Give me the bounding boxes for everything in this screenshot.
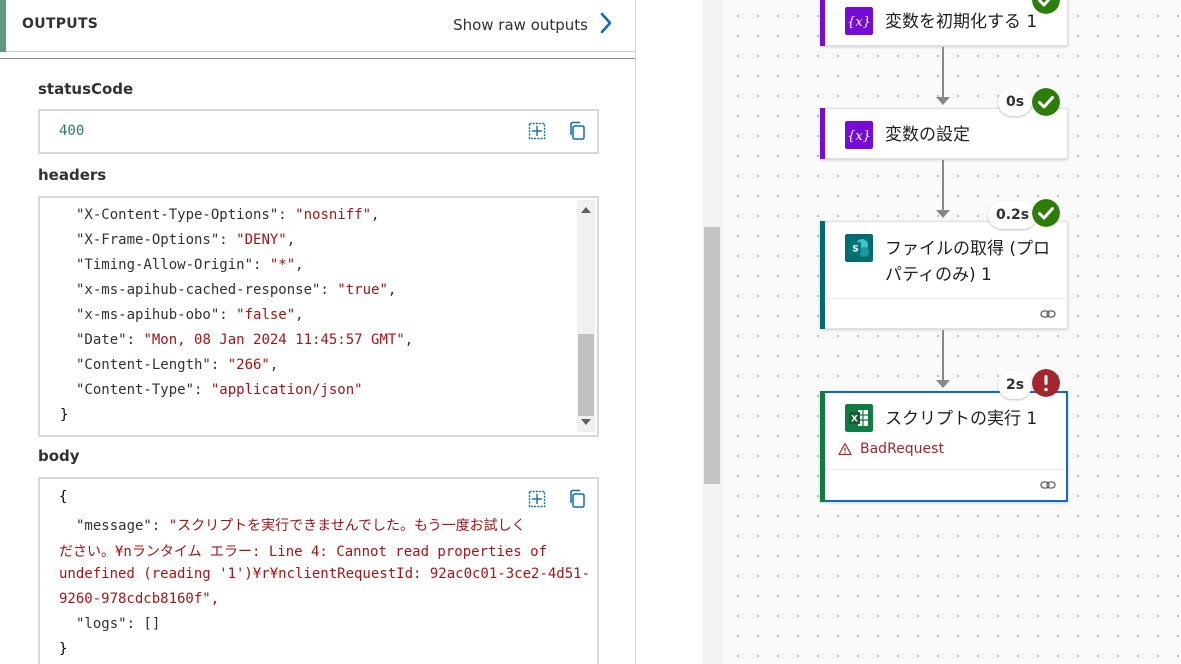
variable-icon: {x} xyxy=(845,7,873,35)
copy-icon[interactable] xyxy=(568,489,586,509)
headers-scrollbar[interactable] xyxy=(577,200,595,432)
link-icon[interactable] xyxy=(1040,308,1056,320)
error-exclamation-icon xyxy=(1032,369,1060,397)
step-accent-bar xyxy=(820,221,825,329)
header-line: "Timing-Allow-Origin": "*", xyxy=(76,257,304,273)
headers-label: headers xyxy=(38,166,107,184)
svg-text:{x}: {x} xyxy=(847,15,871,30)
flow-connector xyxy=(942,47,944,97)
header-line: "X-Content-Type-Options": "nosniff", xyxy=(76,207,380,223)
arrow-down-icon xyxy=(936,210,950,218)
svg-text:S: S xyxy=(852,245,858,255)
panel-scrollbar[interactable] xyxy=(702,0,722,664)
body-open-brace: { xyxy=(59,489,68,505)
body-logs-line: "logs": [] xyxy=(76,616,161,632)
step-accent-bar xyxy=(820,391,825,502)
step-duration-badge: 0s xyxy=(998,88,1033,116)
flow-connector xyxy=(942,330,944,380)
arrow-down-icon xyxy=(936,380,950,388)
step-error-text: BadRequest xyxy=(860,441,944,457)
flow-connector xyxy=(942,160,944,210)
flow-step-get-file-properties[interactable]: S ファイルの取得 (プロ パティのみ) 1 xyxy=(820,221,1068,329)
body-message-line: undefined (reading '1')¥r¥nclientRequest… xyxy=(59,566,591,582)
status-code-box[interactable]: 400 xyxy=(38,109,599,154)
flow-step-initialize-variable[interactable]: {x} 変数を初期化する 1 xyxy=(820,0,1068,46)
headers-box[interactable]: "X-Content-Type-Options": "nosniff", "X-… xyxy=(38,196,599,437)
step-divider xyxy=(825,298,1068,299)
step-title-line1: ファイルの取得 (プロ xyxy=(885,239,1051,259)
header-line: "x-ms-apihub-obo": "false", xyxy=(76,307,304,323)
link-icon[interactable] xyxy=(1040,479,1056,491)
body-close-brace: } xyxy=(59,641,68,657)
header-line: "Date": "Mon, 08 Jan 2024 11:45:57 GMT", xyxy=(76,332,414,348)
scroll-thumb[interactable] xyxy=(578,334,594,416)
warning-icon xyxy=(838,442,852,456)
status-code-label: statusCode xyxy=(38,80,134,98)
header-line: "x-ms-apihub-cached-response": "true", xyxy=(76,282,397,298)
svg-text:{x}: {x} xyxy=(847,129,871,144)
success-check-icon xyxy=(1032,199,1060,227)
header-line: "X-Frame-Options": "DENY", xyxy=(76,232,296,248)
table-view-icon[interactable] xyxy=(528,490,546,508)
svg-text:X: X xyxy=(851,415,858,425)
variable-icon: {x} xyxy=(845,121,873,149)
step-title: 変数の設定 xyxy=(885,125,970,145)
scroll-thumb[interactable] xyxy=(704,227,720,484)
step-title-line2: パティのみ) 1 xyxy=(885,265,992,285)
success-check-icon xyxy=(1032,88,1060,116)
step-title: スクリプトの実行 1 xyxy=(885,409,1038,429)
step-accent-bar xyxy=(820,108,825,159)
sharepoint-icon: S xyxy=(845,234,873,262)
body-box[interactable]: { "message": "スクリプトを実行できませんでした。もう一度お試しく … xyxy=(38,477,599,664)
step-accent-bar xyxy=(820,0,825,46)
arrow-down-icon xyxy=(936,97,950,105)
copy-icon[interactable] xyxy=(568,121,586,141)
header-line: "Content-Type": "application/json" xyxy=(76,382,363,398)
body-message-line: ださい。¥nランタイム エラー: Line 4: Cannot read pro… xyxy=(59,544,548,560)
step-divider xyxy=(825,469,1066,470)
header-line: "Content-Length": "266", xyxy=(76,357,279,373)
table-view-icon[interactable] xyxy=(528,122,546,140)
outputs-header: OUTPUTS Show raw outputs xyxy=(0,0,635,52)
scroll-up-icon[interactable] xyxy=(581,207,591,213)
flow-canvas: {x} 変数を初期化する 1 {x} 変数の設定 0s S ファイルの取得 (プ… xyxy=(722,0,1181,664)
panel-spacer xyxy=(637,0,702,664)
body-message-line: 9260-978cdcb8160f", xyxy=(59,591,220,607)
flow-step-run-script[interactable]: X スクリプトの実行 1 BadRequest xyxy=(820,391,1068,502)
excel-icon: X xyxy=(845,404,873,432)
status-code-value: 400 xyxy=(59,123,85,139)
scroll-down-icon[interactable] xyxy=(581,419,591,425)
show-raw-outputs-link[interactable]: Show raw outputs xyxy=(453,16,588,34)
body-message-line: "message": "スクリプトを実行できませんでした。もう一度お試しく xyxy=(76,518,526,534)
header-closing-brace: } xyxy=(60,407,69,423)
body-label: body xyxy=(38,447,80,465)
chevron-right-icon[interactable] xyxy=(598,11,614,35)
header-divider xyxy=(0,58,635,59)
outputs-title: OUTPUTS xyxy=(22,16,99,32)
outputs-panel: OUTPUTS Show raw outputs statusCode 400 … xyxy=(0,0,636,664)
flow-step-set-variable[interactable]: {x} 変数の設定 xyxy=(820,108,1068,159)
step-duration-badge: 0.2s xyxy=(988,201,1038,229)
step-duration-badge: 2s xyxy=(998,371,1033,399)
step-title: 変数を初期化する 1 xyxy=(885,12,1038,32)
header-accent xyxy=(0,0,6,52)
